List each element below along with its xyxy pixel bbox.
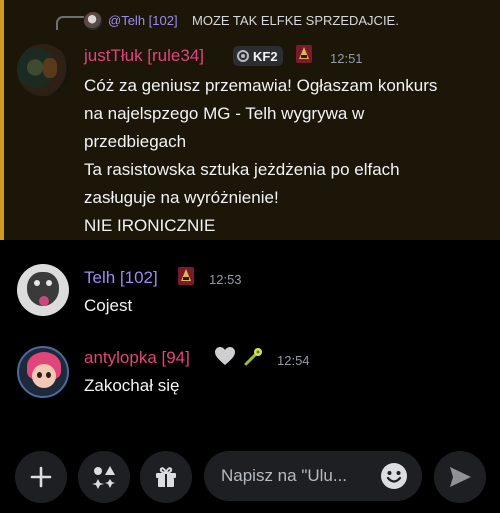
message-line: NIE IRONICZNIE: [84, 216, 216, 235]
guild-tag-icon: [237, 50, 249, 62]
message-line: Zakochał się: [84, 376, 180, 395]
emoji-icon[interactable]: [380, 462, 408, 490]
message-line: Ta rasistowska sztuka jeżdżenia po elfac…: [84, 160, 400, 179]
role-badge-icon[interactable]: [295, 44, 313, 64]
reply-avatar: [84, 12, 102, 30]
message-body: Zakochał się: [84, 372, 179, 400]
message-body: Cojest: [84, 292, 132, 320]
role-badge-icon[interactable]: [177, 266, 195, 286]
timestamp: 12:53: [209, 272, 242, 287]
send-icon: [450, 467, 471, 487]
composer-bar: Napisz na "Ulu...: [0, 438, 500, 513]
message-line: Cojest: [84, 296, 133, 315]
message-line: przedbiegach: [84, 132, 187, 151]
message-line: na najelspzego MG - Telh wygrywa w: [84, 104, 365, 123]
gift-button[interactable]: [140, 451, 192, 503]
author-name[interactable]: antylopka [94]: [84, 348, 190, 368]
heart-icon[interactable]: [214, 346, 236, 366]
author-name[interactable]: justTłuk [rule34]: [84, 46, 204, 66]
message-body: Cóż za geniusz przemawia! Ogłaszam konku…: [84, 72, 437, 240]
timestamp: 12:51: [330, 51, 363, 66]
apps-icon: [92, 466, 115, 489]
reply-text[interactable]: MOZE TAK ELFKE SPRZEDAJCIE.: [192, 13, 399, 28]
wand-icon[interactable]: [243, 345, 265, 367]
guild-tag-label: KF2: [253, 48, 278, 64]
message-line: zasługuje na wyróżnienie!: [84, 188, 279, 207]
reply-author[interactable]: @Telh [102]: [108, 13, 178, 28]
message-line: Cóż za geniusz przemawia! Ogłaszam konku…: [84, 76, 438, 95]
guild-tag[interactable]: KF2: [233, 46, 283, 66]
avatar-antylopka[interactable]: [17, 346, 69, 398]
send-button[interactable]: [434, 451, 486, 503]
avatar-telh[interactable]: [17, 264, 69, 316]
author-name[interactable]: Telh [102]: [84, 268, 158, 288]
reply-connector: [56, 16, 84, 30]
avatar-justtluk[interactable]: [17, 44, 69, 96]
add-button[interactable]: [15, 451, 67, 503]
timestamp: 12:54: [277, 353, 310, 368]
apps-button[interactable]: [78, 451, 130, 503]
plus-icon: [30, 466, 52, 488]
message-input-placeholder: Napisz na "Ulu...: [221, 466, 348, 485]
gift-icon: [156, 467, 176, 487]
